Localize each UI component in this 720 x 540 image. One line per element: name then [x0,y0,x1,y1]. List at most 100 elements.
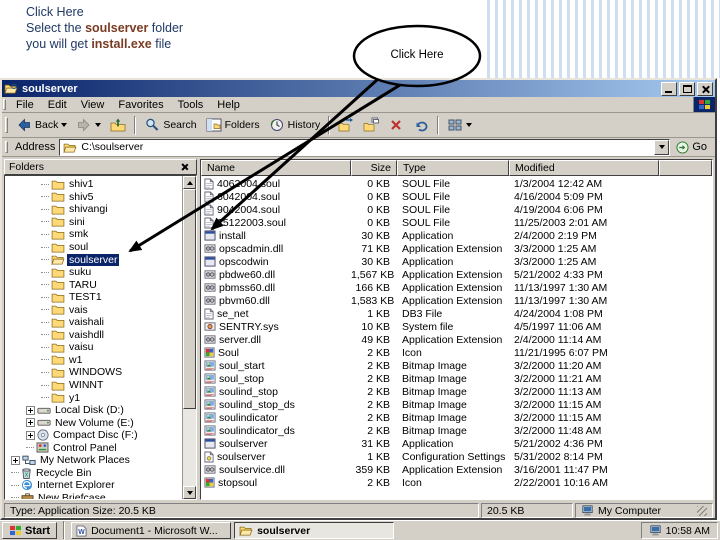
go-button[interactable]: Go [674,140,713,154]
tree-item-compact-disc-f[interactable]: Compact Disc (F:) [5,429,182,442]
scroll-down-button[interactable] [183,486,196,499]
file-row-soulindicator-ds[interactable]: soulindicator_ds 2 KB Bitmap Image 3/2/2000… [201,424,712,437]
tree-item-internet-explorer[interactable]: Internet Explorer [5,479,182,492]
column-header-name[interactable]: Name [201,160,351,176]
file-row-6042004-soul[interactable]: 6042004.soul 0 KB SOUL File 4/16/2004 5:09 … [201,190,712,203]
tree-item-taru[interactable]: TARU [5,278,182,291]
expand-plus-icon[interactable] [26,430,35,440]
tree-item-vaishali[interactable]: vaishali [5,316,182,329]
history-button[interactable]: History [265,114,325,137]
tree-item-soulserver[interactable]: soulserver [5,253,182,266]
tree-item-shiv5[interactable]: shiv5 [5,191,182,204]
menu-help[interactable]: Help [210,98,247,112]
file-row-soulservice-dll[interactable]: soulservice.dll 359 KB Application Extensi… [201,463,712,476]
tree-item-new-volume-e[interactable]: New Volume (E:) [5,416,182,429]
tree-item-smk[interactable]: smk [5,228,182,241]
tree-scrollbar[interactable] [182,176,196,499]
tree-item-soul[interactable]: soul [5,241,182,254]
title-bar[interactable]: soulserver [2,80,715,97]
column-header-size[interactable]: Size [351,160,397,176]
copy-to-button[interactable] [359,114,383,137]
file-row-soul[interactable]: Soul 2 KB Icon 11/21/1995 6:07 PM [201,346,712,359]
file-row-stopsoul[interactable]: stopsoul 2 KB Icon 2/22/2001 10:16 AM [201,476,712,489]
scrollbar-track[interactable] [183,189,196,486]
tree-connector [41,334,49,336]
file-row-pbmss60-dll[interactable]: pbmss60.dll 166 KB Application Extension 11… [201,281,712,294]
file-row-soul-start[interactable]: soul_start 2 KB Bitmap Image 3/2/2000 11:20… [201,359,712,372]
file-row-server-dll[interactable]: server.dll 49 KB Application Extension 2/4/… [201,333,712,346]
open-folder-icon [51,254,65,266]
tree-item-winnt[interactable]: WINNT [5,379,182,392]
forward-button[interactable] [72,114,105,137]
scroll-up-button[interactable] [183,176,196,189]
file-row-pbvm60-dll[interactable]: pbvm60.dll 1,583 KB Application Extension 1… [201,294,712,307]
menu-file[interactable]: File [9,98,41,112]
tree-item-w1[interactable]: w1 [5,354,182,367]
start-button[interactable]: Start [2,522,58,539]
resize-grip[interactable] [697,505,707,516]
address-input[interactable]: C:\soulserver [59,138,671,156]
file-row-soulindicator[interactable]: soulindicator 2 KB Bitmap Image 3/2/2000 11… [201,411,712,424]
file-row-25122003-soul[interactable]: 25122003.soul 0 KB SOUL File 11/25/2003 2:0… [201,216,712,229]
menu-tools[interactable]: Tools [171,98,211,112]
close-button[interactable] [697,81,713,96]
tree-item-my-network-places[interactable]: My Network Places [5,454,182,467]
move-to-button[interactable] [334,114,358,137]
address-dropdown-button[interactable] [654,139,670,155]
tree-item-new-briefcase[interactable]: New Briefcase [5,492,182,499]
menu-grip[interactable] [3,99,6,110]
menu-favorites[interactable]: Favorites [111,98,170,112]
tree-item-local-disk-d[interactable]: Local Disk (D:) [5,404,182,417]
minimize-button[interactable] [661,81,677,96]
file-row-se-net[interactable]: se_net 1 KB DB3 File 4/24/2004 1:08 PM [201,307,712,320]
tree-item-shiv1[interactable]: shiv1 [5,178,182,191]
file-row-opscadmin-dll[interactable]: opscadmin.dll 71 KB Application Extension 3… [201,242,712,255]
tree-item-recycle-bin[interactable]: Recycle Bin [5,467,182,480]
tree-item-y1[interactable]: y1 [5,391,182,404]
tree-item-vaisu[interactable]: vaisu [5,341,182,354]
folders-button[interactable]: Folders [202,114,264,137]
up-button[interactable] [106,114,130,137]
file-row-9042004-soul[interactable]: 9042004.soul 0 KB SOUL File 4/19/2004 6:06 … [201,203,712,216]
file-row-opscodwin[interactable]: opscodwin 30 KB Application 3/3/2000 1:25 A… [201,255,712,268]
delete-button[interactable] [384,114,408,137]
search-button[interactable]: Search [140,114,200,137]
file-row-soul-stop[interactable]: soul_stop 2 KB Bitmap Image 3/2/2000 11:21 … [201,372,712,385]
column-header-type[interactable]: Type [397,160,509,176]
column-header-modified[interactable]: Modified [509,160,659,176]
tree-item-sini[interactable]: sini [5,216,182,229]
maximize-button[interactable] [679,81,695,96]
tree-item-suku[interactable]: suku [5,266,182,279]
menu-view[interactable]: View [74,98,112,112]
expand-plus-icon[interactable] [26,418,35,428]
file-row-soulind-stop[interactable]: soulind_stop 2 KB Bitmap Image 3/2/2000 11:… [201,385,712,398]
tree-connector [41,384,49,386]
address-grip[interactable] [5,140,8,154]
tree-item-windows[interactable]: WINDOWS [5,366,182,379]
tree-item-vais[interactable]: vais [5,303,182,316]
file-row-sentry-sys[interactable]: SENTRY.sys 10 KB System file 4/5/1997 11:06… [201,320,712,333]
file-row-soulserver[interactable]: soulserver 31 KB Application 5/21/2002 4:36… [201,437,712,450]
task-button-document1-microsoft-w[interactable]: W Document1 - Microsoft W... [71,522,232,539]
views-button[interactable] [443,114,476,137]
expand-plus-icon[interactable] [11,455,20,465]
tree-item-shivangi[interactable]: shivangi [5,203,182,216]
toolbar-grip[interactable] [5,116,8,134]
file-row-install[interactable]: install 30 KB Application 2/4/2000 2:19 PM [201,229,712,242]
undo-button[interactable] [409,114,433,137]
expand-plus-icon[interactable] [26,405,35,415]
folders-panel-close-button[interactable] [178,161,192,174]
back-button[interactable]: Back [12,114,71,137]
scrollbar-thumb[interactable] [183,189,196,409]
tree-item-test1[interactable]: TEST1 [5,291,182,304]
file-row-4062004-soul[interactable]: 4062004.soul 0 KB SOUL File 1/3/2004 12:42 … [201,177,712,190]
file-row-soulserver[interactable]: soulserver 1 KB Configuration Settings 5/31… [201,450,712,463]
file-row-pbdwe60-dll[interactable]: pbdwe60.dll 1,567 KB Application Extension… [201,268,712,281]
file-modified: 2/4/2000 2:19 PM [514,229,597,242]
menu-edit[interactable]: Edit [41,98,74,112]
briefcase-icon [21,492,34,499]
file-row-soulind-stop-ds[interactable]: soulind_stop_ds 2 KB Bitmap Image 3/2/2000 … [201,398,712,411]
tree-item-control-panel[interactable]: Control Panel [5,441,182,454]
tree-item-vaishdll[interactable]: vaishdll [5,329,182,342]
task-button-soulserver[interactable]: soulserver [234,522,395,539]
